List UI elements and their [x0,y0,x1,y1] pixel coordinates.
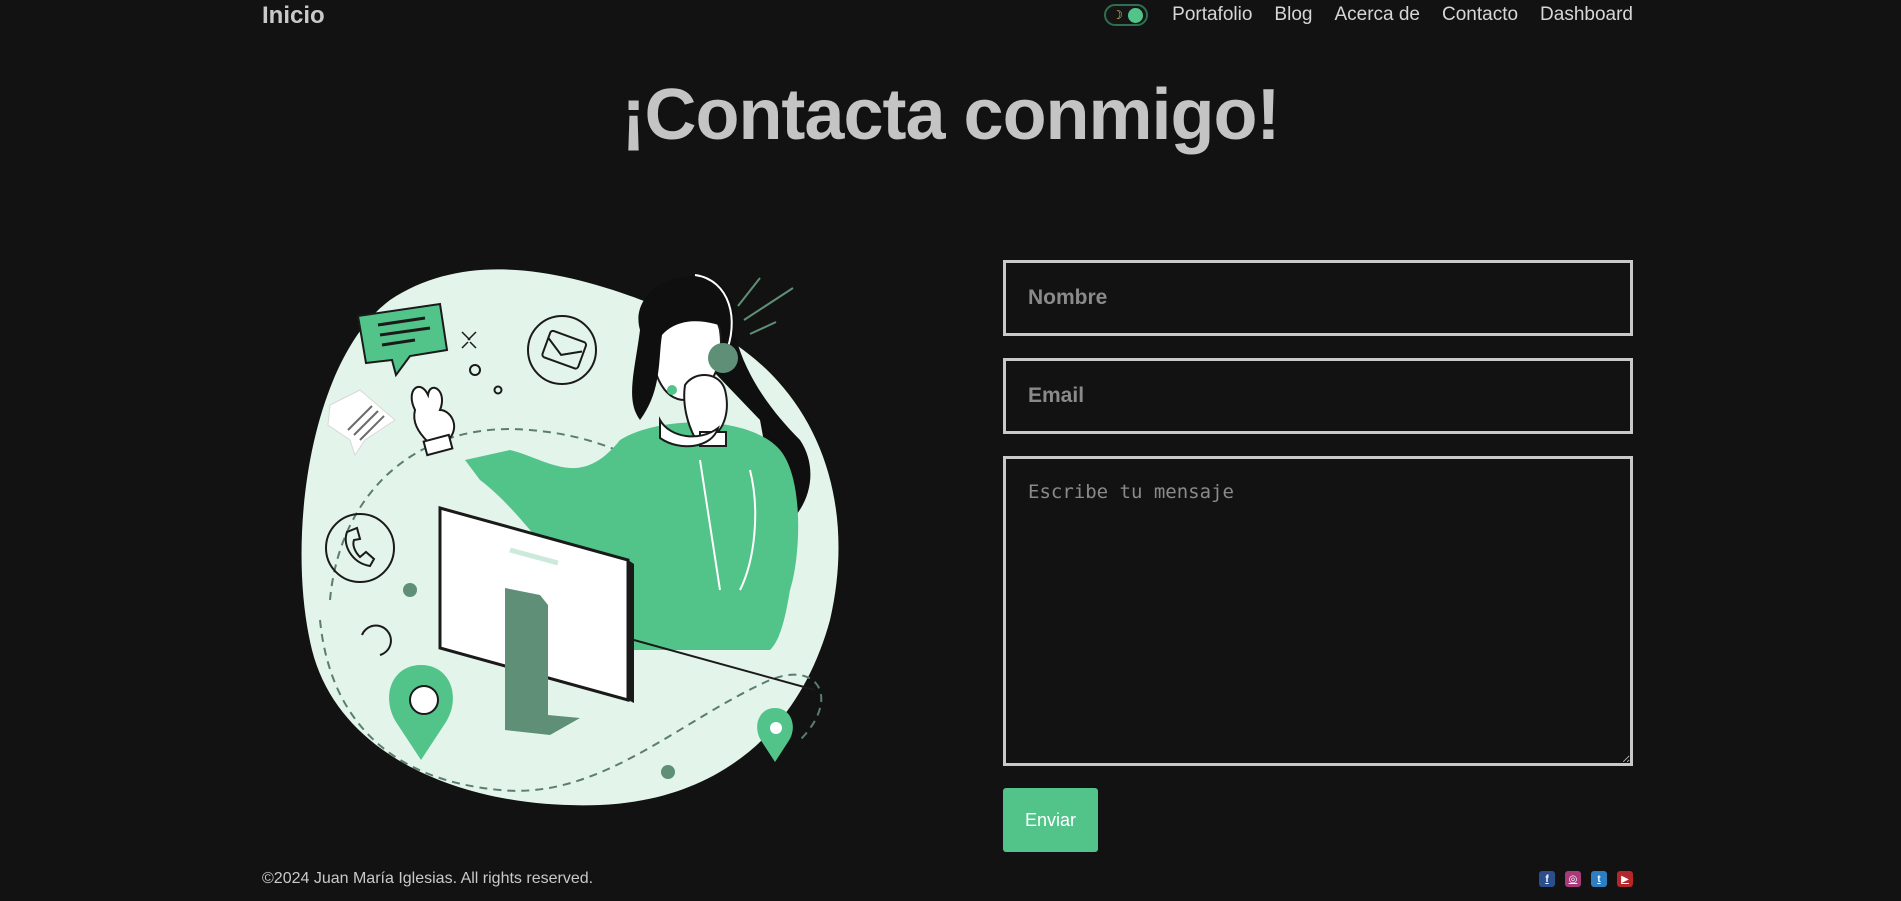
customer-support-illustration [301,269,839,806]
social-links: f ◎ t ▶ [1539,871,1633,887]
nav-link-dashboard[interactable]: Dashboard [1540,4,1633,26]
moon-icon: ☽ [1112,8,1123,22]
youtube-icon[interactable]: ▶ [1617,871,1633,887]
nav-link-contacto[interactable]: Contacto [1442,4,1518,26]
nav-link-blog[interactable]: Blog [1274,4,1312,26]
message-textarea[interactable] [1003,456,1633,766]
facebook-icon[interactable]: f [1539,871,1555,887]
toggle-knob [1128,8,1144,23]
brand-link[interactable]: Inicio [262,2,325,30]
page-title: ¡Contacta conmigo! [621,75,1281,155]
twitter-icon[interactable]: t [1591,871,1607,887]
nav-link-portafolio[interactable]: Portafolio [1172,4,1252,26]
footer-copyright: ©2024 Juan María Iglesias. All rights re… [262,870,594,887]
instagram-icon[interactable]: ◎ [1565,871,1581,887]
main-nav: ☽ Portafolio Blog Acerca de Contacto Das… [1104,4,1633,26]
name-input[interactable] [1003,260,1633,336]
theme-toggle[interactable]: ☽ [1104,4,1149,26]
send-button[interactable]: Enviar [1003,788,1098,852]
nav-link-acerca-de[interactable]: Acerca de [1334,4,1420,26]
email-input[interactable] [1003,358,1633,434]
